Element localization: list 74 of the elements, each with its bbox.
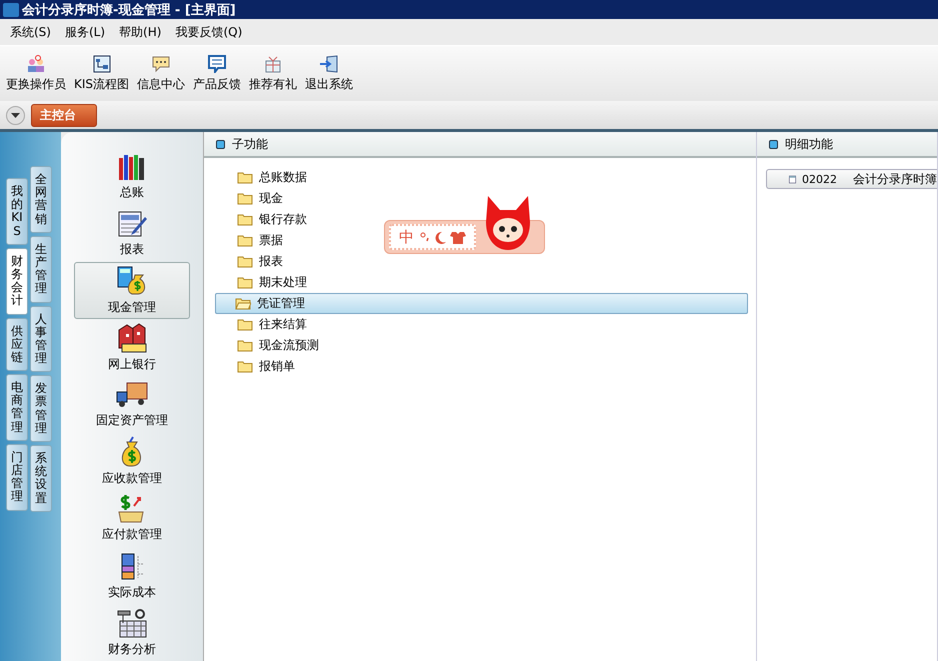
menu-item[interactable]: 服务(L) xyxy=(64,24,106,40)
side-tab[interactable]: 财务会计 xyxy=(6,248,28,314)
toolbar-button[interactable]: 推荐有礼 xyxy=(249,54,298,92)
report-pen-icon xyxy=(117,209,147,239)
panel-title: 明细功能 xyxy=(785,136,833,152)
side-tab[interactable]: 发票管理 xyxy=(30,375,52,442)
module-button[interactable]: 实际成本 xyxy=(74,547,190,604)
module-button[interactable]: 报表 xyxy=(74,205,190,262)
folder-item[interactable]: 票据 xyxy=(215,230,284,251)
toolbar-button[interactable]: 更换操作员 xyxy=(6,54,66,92)
menu-item[interactable]: 系统(S) xyxy=(10,24,51,40)
flowchart-icon xyxy=(92,54,111,72)
folder-icon xyxy=(237,192,253,205)
folder-icon xyxy=(237,360,253,373)
document-tab[interactable]: 主控台 xyxy=(31,104,97,126)
calculator-money-bag-icon xyxy=(116,265,148,297)
side-tab[interactable]: 供应链 xyxy=(6,318,28,372)
folder-item[interactable]: 银行存款 xyxy=(215,209,308,230)
open-folder-icon xyxy=(235,297,251,310)
folder-item[interactable]: 期末处理 xyxy=(215,272,308,293)
tools-spreadsheet-icon xyxy=(116,607,148,639)
side-tab[interactable]: 全网营销 xyxy=(30,166,52,233)
side-tab[interactable]: 我的KIS xyxy=(6,178,28,245)
module-button[interactable]: 应付款管理 xyxy=(74,490,190,547)
side-tab[interactable]: 电商管理 xyxy=(6,374,28,441)
folder-icon xyxy=(237,255,253,268)
menu-item[interactable]: 我要反馈(Q) xyxy=(175,24,242,40)
square-icon xyxy=(216,140,225,148)
folder-icon xyxy=(237,234,253,247)
menu-item[interactable]: 帮助(H) xyxy=(119,24,162,40)
folder-item[interactable]: 报表 xyxy=(215,251,284,272)
folder-item[interactable]: 凭证管理 xyxy=(215,293,748,314)
message-icon xyxy=(208,54,226,72)
folder-item[interactable]: 往来结算 xyxy=(215,314,308,335)
folder-icon xyxy=(237,213,253,226)
toolbar-button[interactable]: 产品反馈 xyxy=(193,54,242,92)
folder-icon xyxy=(237,318,253,331)
ime-mode[interactable]: 中 xyxy=(399,228,414,246)
app-logo-icon xyxy=(3,2,19,16)
ime-icons[interactable] xyxy=(420,230,466,244)
toolbar-button[interactable]: 退出系统 xyxy=(305,54,354,92)
dropdown-button[interactable] xyxy=(6,106,25,124)
folder-icon xyxy=(237,339,253,352)
square-icon xyxy=(769,140,778,148)
document-icon xyxy=(789,172,796,186)
folder-icon xyxy=(237,171,253,184)
folder-item[interactable]: 报销单 xyxy=(215,356,296,377)
caret-icon xyxy=(11,112,20,118)
folder-item[interactable]: 现金 xyxy=(215,188,284,209)
module-button[interactable]: 应收款管理 xyxy=(74,433,190,490)
module-button[interactable]: 网上银行 xyxy=(74,319,190,376)
users-icon xyxy=(26,54,46,72)
module-button[interactable]: 总账 xyxy=(74,148,190,205)
folder-item[interactable]: 总账数据 xyxy=(215,167,308,188)
folder-icon xyxy=(237,276,253,289)
bank-building-icon xyxy=(116,322,148,354)
side-tab[interactable]: 门店管理 xyxy=(6,444,28,511)
side-tab[interactable]: 生产管理 xyxy=(30,236,52,302)
toolbar-button[interactable]: 信息中心 xyxy=(137,54,186,92)
function-button[interactable]: 02022 会计分录序时簿 xyxy=(766,169,937,189)
chat-bubble-icon xyxy=(151,54,172,72)
toolbar-button[interactable]: KIS流程图 xyxy=(74,54,130,92)
books-icon xyxy=(117,152,147,182)
module-button[interactable]: 固定资产管理 xyxy=(74,376,190,433)
module-button[interactable]: 财务分析 xyxy=(74,604,190,661)
folder-item[interactable]: 现金流预测 xyxy=(215,335,320,356)
gift-icon xyxy=(264,54,282,72)
side-tab[interactable]: 人事管理 xyxy=(30,306,52,372)
exit-icon xyxy=(319,54,340,72)
truck-icon xyxy=(115,380,149,410)
module-button[interactable]: 现金管理 xyxy=(74,262,190,319)
window-title: 会计分录序时簿-现金管理 - [主界面] xyxy=(22,2,236,18)
panel-title: 子功能 xyxy=(232,136,268,152)
side-tab[interactable]: 系统设置 xyxy=(30,445,52,512)
